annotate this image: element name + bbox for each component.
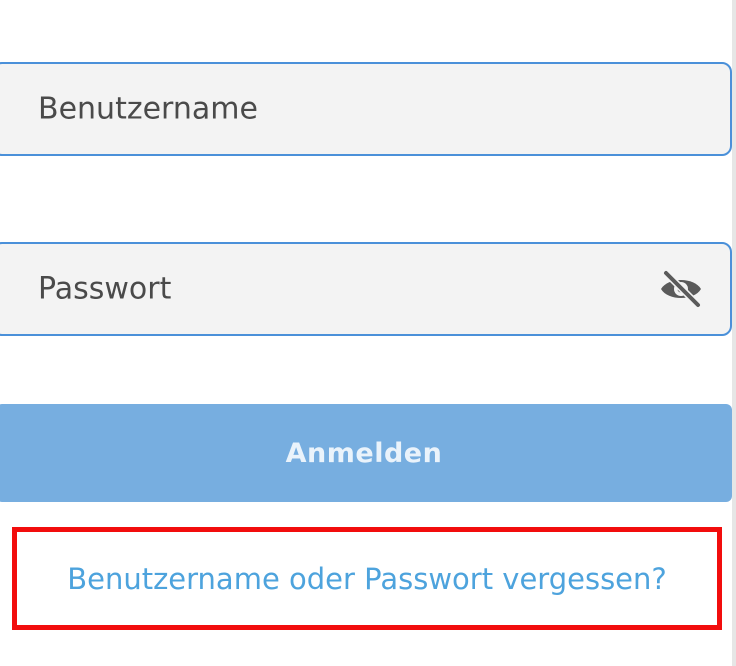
username-field[interactable]: Benutzername (0, 62, 732, 156)
password-placeholder: Passwort (38, 271, 172, 307)
password-field[interactable]: Passwort (0, 242, 732, 336)
login-button-label: Anmelden (285, 437, 443, 469)
eye-off-icon[interactable] (658, 269, 704, 309)
login-button[interactable]: Anmelden (0, 404, 732, 502)
username-placeholder: Benutzername (38, 91, 258, 127)
scrollbar-track[interactable] (732, 0, 736, 666)
forgot-link-highlight: Benutzername oder Passwort vergessen? (12, 527, 722, 630)
forgot-credentials-link[interactable]: Benutzername oder Passwort vergessen? (67, 562, 667, 596)
